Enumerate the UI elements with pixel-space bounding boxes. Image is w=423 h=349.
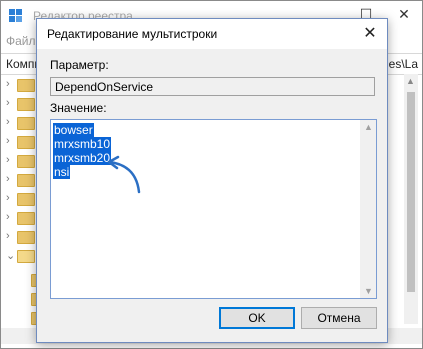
registry-app-icon [9,9,23,23]
tree-row[interactable]: › [1,76,41,94]
chevron-right-icon[interactable]: › [6,97,10,109]
chevron-right-icon[interactable]: › [6,116,10,128]
curved-arrow-icon [107,155,141,194]
cancel-button[interactable]: Отмена [301,307,377,329]
tree-row[interactable] [1,271,49,289]
close-icon[interactable]: ✕ [353,19,387,49]
tree-row[interactable] [1,290,49,308]
edit-multistring-dialog: Редактирование мультистроки ✕ Параметр: … [36,18,388,343]
window-close-icon[interactable]: ✕ [396,6,412,22]
tree-row[interactable]: › [1,114,41,132]
address-right-text: es\La [388,57,418,71]
chevron-down-icon[interactable]: ⌄ [6,249,15,262]
folder-icon [17,231,35,244]
tree-row[interactable]: › [1,171,41,189]
chevron-right-icon[interactable]: › [6,211,10,223]
scroll-up-icon[interactable]: ▲ [364,122,373,132]
folder-icon [17,79,35,92]
value-line: bowser [53,123,94,137]
folder-icon [17,193,35,206]
dialog-title: Редактирование мультистроки [47,27,218,41]
chevron-right-icon[interactable]: › [6,154,10,166]
tree-row[interactable]: › [1,190,41,208]
folder-icon [17,155,35,168]
dialog-titlebar: Редактирование мультистроки ✕ [37,19,387,49]
registry-tree: › › › › › › › › › ⌄ [1,74,49,344]
tree-row[interactable] [1,309,49,327]
tree-row[interactable]: › [1,152,41,170]
param-name-field: DependOnService [50,77,375,96]
chevron-right-icon[interactable]: › [6,230,10,242]
scroll-up-icon[interactable]: ▲ [406,76,415,86]
value-label: Значение: [50,101,107,115]
tree-row[interactable]: ⌄ [1,247,41,265]
folder-icon [17,212,35,225]
registry-vertical-scrollbar[interactable]: ▲ [404,74,418,324]
tree-row[interactable]: › [1,228,41,246]
folder-icon [17,117,35,130]
value-line: mrxsmb10 [53,137,112,151]
tree-row[interactable]: › [1,95,41,113]
ok-button[interactable]: OK [219,307,295,329]
chevron-right-icon[interactable]: › [6,135,10,147]
scrollbar-thumb[interactable] [407,92,415,292]
folder-open-icon [17,250,35,263]
tree-row[interactable]: › [1,209,41,227]
value-textarea[interactable]: bowser mrxsmb10 mrxsmb20 nsi ▲ ▼ [50,119,377,299]
menu-file[interactable]: Файл [6,34,36,48]
tree-row[interactable]: › [1,133,41,151]
chevron-right-icon[interactable]: › [6,192,10,204]
value-scrollbar[interactable]: ▲ ▼ [360,120,376,298]
folder-icon [17,174,35,187]
scroll-down-icon[interactable]: ▼ [364,286,373,296]
param-label: Параметр: [50,58,109,72]
folder-icon [17,136,35,149]
chevron-right-icon[interactable]: › [6,173,10,185]
folder-icon [17,98,35,111]
chevron-right-icon[interactable]: › [6,78,10,90]
